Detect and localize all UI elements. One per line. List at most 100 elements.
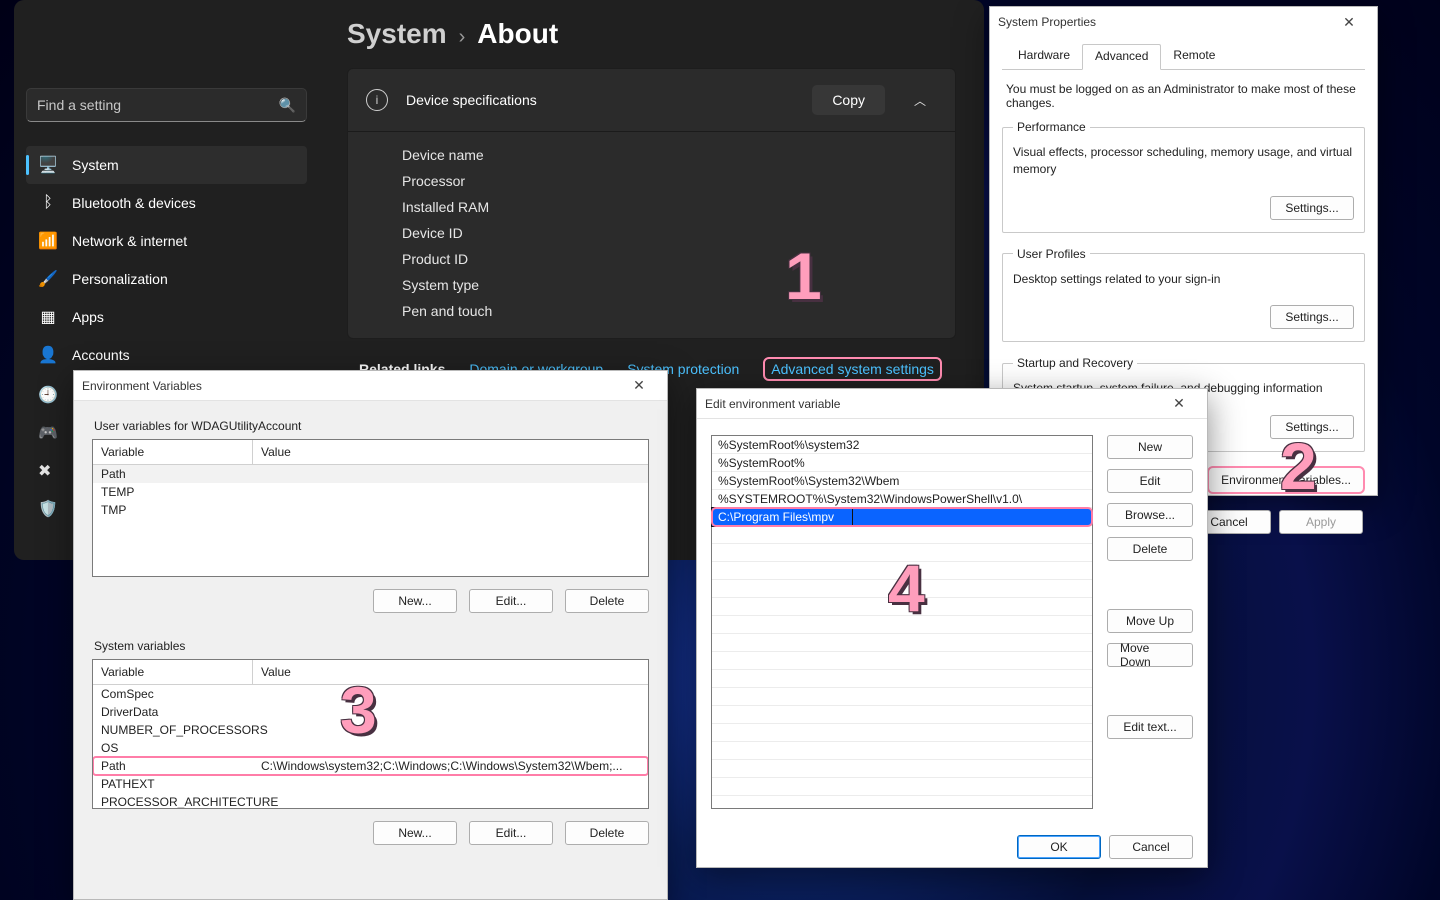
group-user-profiles: User ProfilesDesktop settings related to… — [1002, 247, 1365, 343]
path-list[interactable]: %SystemRoot%\system32%SystemRoot%%System… — [711, 435, 1093, 809]
path-row-empty[interactable] — [712, 778, 1092, 796]
sidebar-item-bluetooth-devices[interactable]: ᛒBluetooth & devices — [26, 184, 307, 222]
path-row-empty[interactable] — [712, 544, 1092, 562]
cell-variable: TMP — [93, 501, 253, 519]
titlebar[interactable]: System Properties ✕ — [990, 7, 1377, 37]
sidebar-item-personalization[interactable]: 🖌️Personalization — [26, 260, 307, 298]
user-vars-list[interactable]: Variable Value PathTEMPTMP — [92, 439, 649, 577]
table-row[interactable]: OS — [93, 739, 648, 757]
sidebar-item-system[interactable]: 🖥️System — [26, 146, 307, 184]
table-row[interactable]: NUMBER_OF_PROCESSORS — [93, 721, 648, 739]
close-icon[interactable]: ✕ — [1159, 395, 1199, 412]
tab-advanced[interactable]: Advanced — [1082, 44, 1161, 70]
path-input[interactable] — [712, 508, 852, 526]
breadcrumb-root[interactable]: System — [347, 18, 447, 50]
path-row-empty[interactable] — [712, 562, 1092, 580]
table-row[interactable]: PATHEXT — [93, 775, 648, 793]
path-row-empty[interactable] — [712, 670, 1092, 688]
table-row[interactable]: TMP — [93, 501, 648, 519]
browse--button[interactable]: Browse... — [1107, 503, 1193, 527]
tab-remote[interactable]: Remote — [1161, 44, 1227, 70]
new-button[interactable]: New — [1107, 435, 1193, 459]
cell-variable: NUMBER_OF_PROCESSORS — [93, 721, 253, 739]
settings-button[interactable]: Settings... — [1270, 196, 1354, 220]
sidebar-item-network-internet[interactable]: 📶Network & internet — [26, 222, 307, 260]
apply-button[interactable]: Apply — [1279, 510, 1363, 534]
move-down-button[interactable]: Move Down — [1107, 643, 1193, 667]
path-row-empty[interactable] — [712, 688, 1092, 706]
nav-icon: 🖥️ — [38, 155, 58, 175]
path-row-empty[interactable] — [712, 598, 1092, 616]
cell-value — [253, 483, 648, 501]
search-placeholder: Find a setting — [37, 97, 279, 113]
settings-button[interactable]: Settings... — [1270, 305, 1354, 329]
path-row-empty[interactable] — [712, 580, 1092, 598]
path-row[interactable]: %SystemRoot%\system32 — [712, 436, 1092, 454]
path-row-empty[interactable] — [712, 742, 1092, 760]
chevron-up-icon[interactable]: ︿ — [903, 83, 937, 117]
cell-variable: PROCESSOR_ARCHITECTURE — [93, 793, 253, 808]
environment-variables-button[interactable]: Environment Variables... — [1207, 466, 1365, 494]
path-row-empty[interactable] — [712, 526, 1092, 544]
cell-variable: Path — [93, 757, 253, 775]
nav-label: Bluetooth & devices — [72, 195, 196, 211]
tab-hardware[interactable]: Hardware — [1006, 44, 1082, 70]
delete-button[interactable]: Delete — [1107, 537, 1193, 561]
info-icon: i — [366, 89, 388, 111]
titlebar[interactable]: Edit environment variable ✕ — [697, 389, 1207, 419]
path-row-empty[interactable] — [712, 634, 1092, 652]
settings-nav: 🖥️SystemᛒBluetooth & devices📶Network & i… — [26, 146, 307, 374]
col-variable[interactable]: Variable — [93, 440, 253, 464]
table-row[interactable]: PathC:\Windows\system32;C:\Windows;C:\Wi… — [93, 757, 648, 775]
edit-button[interactable]: Edit... — [469, 821, 553, 845]
path-row-empty[interactable] — [712, 652, 1092, 670]
table-row[interactable]: ComSpec — [93, 685, 648, 703]
new-button[interactable]: New... — [373, 821, 457, 845]
sidebar-item-apps[interactable]: ▦ Apps — [26, 298, 307, 336]
ok-button[interactable]: OK — [1017, 835, 1101, 859]
col-variable[interactable]: Variable — [93, 660, 253, 684]
col-value[interactable]: Value — [253, 660, 648, 684]
cancel-button[interactable]: Cancel — [1109, 835, 1193, 859]
edit-button[interactable]: Edit — [1107, 469, 1193, 493]
nav-label: Apps — [72, 309, 104, 325]
settings-button[interactable]: Settings... — [1270, 415, 1354, 439]
path-row-empty[interactable] — [712, 760, 1092, 778]
sidebar-item-accounts[interactable]: 👤Accounts — [26, 336, 307, 374]
col-value[interactable]: Value — [253, 440, 648, 464]
link-advanced-system-settings[interactable]: Advanced system settings — [763, 357, 942, 381]
edit-button[interactable]: Edit... — [469, 589, 553, 613]
table-row[interactable]: Path — [93, 465, 648, 483]
spec-row: Device ID — [402, 220, 955, 246]
search-input[interactable]: Find a setting 🔍 — [26, 88, 307, 122]
delete-button[interactable]: Delete — [565, 821, 649, 845]
new-button[interactable]: New... — [373, 589, 457, 613]
path-row[interactable]: %SystemRoot% — [712, 454, 1092, 472]
cell-value — [253, 703, 648, 721]
table-row[interactable]: PROCESSOR_ARCHITECTURE — [93, 793, 648, 808]
table-row[interactable]: DriverData — [93, 703, 648, 721]
copy-button[interactable]: Copy — [812, 85, 885, 115]
close-icon[interactable]: ✕ — [1329, 14, 1369, 31]
edit-text--button[interactable]: Edit text... — [1107, 715, 1193, 739]
nav-label: Accounts — [72, 347, 130, 363]
breadcrumb: System › About — [347, 18, 956, 50]
move-up-button[interactable]: Move Up — [1107, 609, 1193, 633]
cell-value — [253, 739, 648, 757]
environment-variables-dialog: Environment Variables ✕ User variables f… — [73, 370, 668, 900]
path-row-empty[interactable] — [712, 616, 1092, 634]
sys-vars-list[interactable]: Variable Value ComSpecDriverDataNUMBER_O… — [92, 659, 649, 809]
path-row-empty[interactable] — [712, 724, 1092, 742]
path-row[interactable]: %SystemRoot%\System32\Wbem — [712, 472, 1092, 490]
path-row[interactable]: %SYSTEMROOT%\System32\WindowsPowerShell\… — [712, 490, 1092, 508]
path-row-empty[interactable] — [712, 706, 1092, 724]
close-icon[interactable]: ✕ — [619, 377, 659, 394]
delete-button[interactable]: Delete — [565, 589, 649, 613]
spec-row: Installed RAM — [402, 194, 955, 220]
device-spec-card: i Device specifications Copy ︿ Device na… — [347, 68, 956, 339]
chevron-right-icon: › — [459, 26, 466, 49]
nav-icon: ▦ — [38, 307, 58, 327]
path-row-editing[interactable] — [712, 508, 1092, 526]
table-row[interactable]: TEMP — [93, 483, 648, 501]
titlebar[interactable]: Environment Variables ✕ — [74, 371, 667, 401]
